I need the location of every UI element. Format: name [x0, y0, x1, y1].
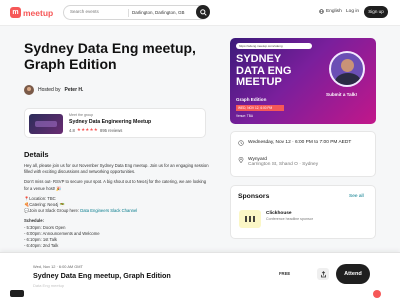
- banner-url: https://sdeng.meetup.com/sdeng: [236, 43, 312, 49]
- see-all-sponsors-link[interactable]: See all: [349, 194, 364, 199]
- event-time-location-card: Wednesday, Nov 12 · 6:00 PM to 7:00 PM A…: [230, 131, 376, 177]
- login-link[interactable]: Log in: [346, 9, 359, 14]
- location-input[interactable]: Darlington, Darlington, GB: [132, 10, 185, 15]
- slack-channel-link[interactable]: Data Engineers Slack Channel: [80, 208, 137, 213]
- group-card-meta: Meet the group: [69, 113, 94, 117]
- banner-title: SYDNEY DATA ENG MEETUP: [236, 53, 326, 89]
- search-input[interactable]: [70, 9, 130, 14]
- banner-date: WED, NOV 12, 6:00 PM: [236, 105, 284, 111]
- event-banner-image: https://sdeng.meetup.com/sdeng SYDNEY DA…: [230, 38, 376, 124]
- event-datetime[interactable]: Wednesday, Nov 12 · 6:00 PM to 7:00 PM A…: [248, 140, 351, 145]
- attend-button[interactable]: Attend: [336, 264, 370, 284]
- share-icon: [320, 270, 326, 277]
- event-datetime-row: Wednesday, Nov 12 · 6:00 PM to 7:00 PM A…: [238, 140, 351, 146]
- event-title: Sydney Data Eng meetup, Graph Edition: [24, 40, 196, 72]
- venue-address: Carrington St, Shand O · Sydney: [248, 162, 319, 167]
- group-rating: 4.8 ★★★★★ 895 reviews: [69, 127, 122, 133]
- meetup-logo[interactable]: m meetup: [10, 7, 53, 18]
- banner-venue: Venue: TBA: [236, 114, 253, 118]
- top-navigation-bar: m meetup Darlington, Darlington, GB Engl…: [0, 0, 400, 26]
- group-name[interactable]: Sydney Data Engineering Meetup: [69, 119, 151, 125]
- language-selector[interactable]: English: [319, 9, 342, 14]
- banner-cta: Submit a Talk!: [326, 92, 358, 97]
- event-host: Hosted by Peter H.: [24, 85, 83, 95]
- star-rating-icon: ★★★★★: [76, 127, 99, 132]
- language-label: English: [326, 9, 342, 14]
- sticky-attend-bar: Wed, Nov 12 · 6:00 AM GMT Sydney Data En…: [0, 252, 400, 300]
- signup-button[interactable]: Sign up: [364, 6, 388, 18]
- sponsors-heading: Sponsors: [238, 193, 270, 200]
- group-thumbnail: [29, 114, 63, 134]
- banner-title-line: MEETUP: [236, 76, 282, 88]
- meetup-logo-mark: m: [10, 7, 21, 18]
- slack-prefix: 💬Join our Slack Group here:: [24, 208, 81, 214]
- bottom-bar-title: Sydney Data Eng meetup, Graph Edition: [33, 271, 171, 280]
- bottom-bar-faded-text: Data Eng meetup: [33, 283, 65, 288]
- meetup-logo-text: meetup: [23, 7, 54, 18]
- details-paragraph: Don't miss out- RSVP to secure your spot…: [24, 179, 207, 191]
- details-body: Hey all, please join us for our November…: [24, 163, 209, 249]
- hosted-by-label: Hosted by: [38, 87, 61, 93]
- share-button[interactable]: [317, 268, 329, 280]
- search-button[interactable]: [196, 5, 210, 19]
- details-paragraph: Hey all, please join us for our November…: [24, 163, 209, 175]
- globe-icon: [319, 9, 324, 14]
- sponsors-card: Sponsors See all Clickhouse Conference h…: [230, 185, 376, 239]
- sponsor-name[interactable]: Clickhouse: [266, 211, 292, 216]
- search-bar: Darlington, Darlington, GB: [63, 5, 209, 20]
- search-icon: [199, 8, 207, 16]
- venue-text: Wynyard Carrington St, Shand O · Sydney: [248, 157, 318, 167]
- dev-toolbar-badge[interactable]: [10, 290, 24, 297]
- banner-title-line: SYDNEY: [236, 53, 282, 65]
- event-venue-row: Wynyard Carrington St, Shand O · Sydney: [238, 157, 318, 167]
- search-divider: [128, 9, 129, 17]
- clickhouse-logo[interactable]: [239, 210, 261, 228]
- clock-icon: [238, 140, 244, 146]
- host-name[interactable]: Peter H.: [65, 87, 84, 93]
- review-count: 895 reviews: [100, 127, 123, 133]
- notification-badge-icon[interactable]: [373, 290, 381, 298]
- speaker-photo: [329, 51, 365, 87]
- map-pin-icon: [238, 157, 244, 163]
- bottom-bar-date: Wed, Nov 12 · 6:00 AM GMT: [33, 264, 83, 269]
- schedule-item: - 6:40pm: 2nd Talk: [24, 243, 59, 249]
- details-heading: Details: [24, 150, 49, 159]
- host-avatar[interactable]: [24, 85, 34, 95]
- sponsor-description: Conference headline sponsor: [266, 217, 313, 221]
- rating-value: 4.8: [69, 127, 75, 133]
- price-label: FREE: [279, 271, 291, 276]
- group-card[interactable]: Meet the group Sydney Data Engineering M…: [24, 108, 206, 138]
- banner-subtitle: Graph Edition: [236, 97, 267, 102]
